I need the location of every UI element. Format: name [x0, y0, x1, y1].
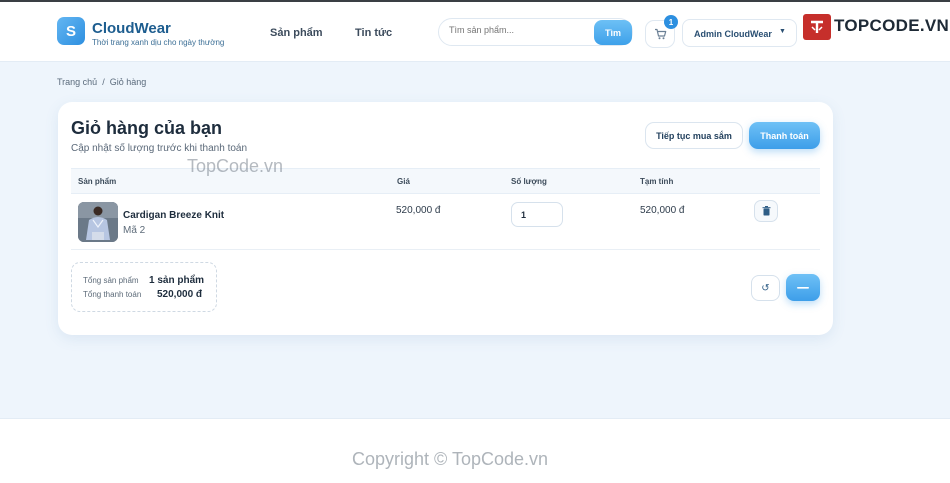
watermark-logo-text: TOPCODE.VN: [834, 16, 950, 35]
total-payment-label: Tổng thanh toán: [83, 290, 142, 299]
product-name[interactable]: Cardigan Breeze Knit: [123, 210, 224, 221]
product-price: 520,000 đ: [396, 205, 441, 216]
column-header-price: Giá: [397, 177, 410, 186]
watermark-text: TopCode.vn: [187, 156, 284, 176]
update-cart-button[interactable]: [786, 274, 820, 301]
breadcrumb-home-link[interactable]: Trang chủ: [57, 77, 97, 87]
breadcrumb: Trang chủ / Giỏ hàng: [57, 77, 146, 87]
cart-count-badge: 1: [664, 15, 678, 29]
cart-icon: [654, 28, 666, 40]
refresh-icon: ↺: [761, 282, 770, 294]
column-header-subtotal: Tạm tính: [640, 177, 674, 186]
brand-logo-icon[interactable]: S: [57, 17, 85, 45]
total-items-value: 1 sản phẩm: [149, 275, 205, 286]
brand-tagline: Thời trang xanh dịu cho ngày thường: [92, 38, 225, 47]
chevron-down-icon: ▼: [779, 28, 786, 35]
user-name: Admin CloudWear: [694, 29, 772, 39]
brand-name[interactable]: CloudWear: [92, 20, 171, 37]
product-thumbnail[interactable]: [78, 202, 118, 242]
minus-icon: [797, 286, 809, 289]
page-title: Giỏ hàng của bạn: [71, 118, 223, 138]
nav-link-products[interactable]: Sản phẩm: [270, 27, 323, 39]
copyright-watermark: Copyright © TopCode.vn: [352, 449, 549, 469]
column-header-product: Sản phẩm: [78, 177, 117, 186]
continue-shopping-button[interactable]: Tiếp tục mua sắm: [645, 122, 743, 149]
watermark-logo-icon: [803, 14, 831, 40]
nav-link-news[interactable]: Tin tức: [355, 27, 392, 39]
cart-summary: Tổng sản phẩm 1 sản phẩm Tổng thanh toán…: [71, 262, 217, 312]
user-menu-dropdown[interactable]: Admin CloudWear ▼: [682, 19, 797, 47]
cart-card: Giỏ hàng của bạn Cập nhật số lượng trước…: [58, 102, 833, 335]
page-subtitle: Cập nhật số lượng trước khi thanh toán: [71, 143, 248, 154]
table-row: Cardigan Breeze Knit Mã 2 520,000 đ 520,…: [71, 194, 820, 250]
quantity-input[interactable]: [511, 202, 563, 227]
total-payment-value: 520,000 đ: [157, 289, 203, 300]
trash-icon: [762, 206, 770, 216]
search-input[interactable]: [449, 25, 589, 35]
total-items-label: Tổng sản phẩm: [83, 276, 139, 285]
remove-item-button[interactable]: [754, 200, 778, 222]
product-subtotal: 520,000 đ: [640, 205, 685, 216]
checkout-button[interactable]: Thanh toán: [749, 122, 820, 149]
refresh-cart-button[interactable]: ↺: [751, 275, 780, 301]
breadcrumb-separator: /: [102, 77, 105, 87]
product-code: Mã 2: [123, 225, 146, 236]
search-button[interactable]: Tìm: [594, 20, 632, 45]
site-header: S CloudWear Thời trang xanh dịu cho ngày…: [0, 2, 950, 62]
column-header-quantity: Số lượng: [511, 177, 547, 186]
breadcrumb-current: Giỏ hàng: [109, 77, 147, 87]
table-header: Sản phẩm Giá Số lượng Tạm tính: [71, 168, 820, 194]
